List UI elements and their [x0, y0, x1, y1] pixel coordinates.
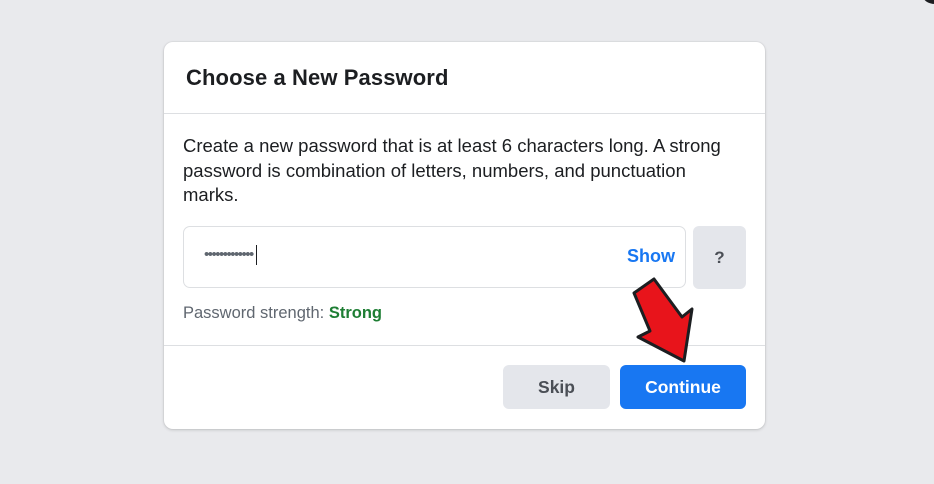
- page: Choose a New Password Create a new passw…: [0, 0, 934, 484]
- change-password-dialog: Choose a New Password Create a new passw…: [164, 42, 765, 429]
- new-password-input[interactable]: ••••••••••••• Show: [183, 226, 686, 288]
- continue-button[interactable]: Continue: [620, 365, 746, 409]
- password-strength-label: Password strength:: [183, 304, 329, 322]
- password-masked-value: •••••••••••••: [204, 245, 254, 263]
- red-arrow-icon: [632, 277, 694, 363]
- password-strength: Password strength: Strong: [183, 304, 382, 323]
- text-caret: [255, 245, 257, 265]
- dialog-title: Choose a New Password: [186, 65, 449, 90]
- password-strength-value: Strong: [328, 304, 382, 322]
- corner-decoration: [922, 0, 934, 4]
- show-password-toggle[interactable]: Show: [627, 246, 675, 267]
- skip-button[interactable]: Skip: [503, 365, 610, 409]
- password-value-wrap: •••••••••••••: [204, 245, 257, 265]
- dialog-description: Create a new password that is at least 6…: [183, 135, 721, 205]
- dialog-header: Choose a New Password: [164, 42, 765, 114]
